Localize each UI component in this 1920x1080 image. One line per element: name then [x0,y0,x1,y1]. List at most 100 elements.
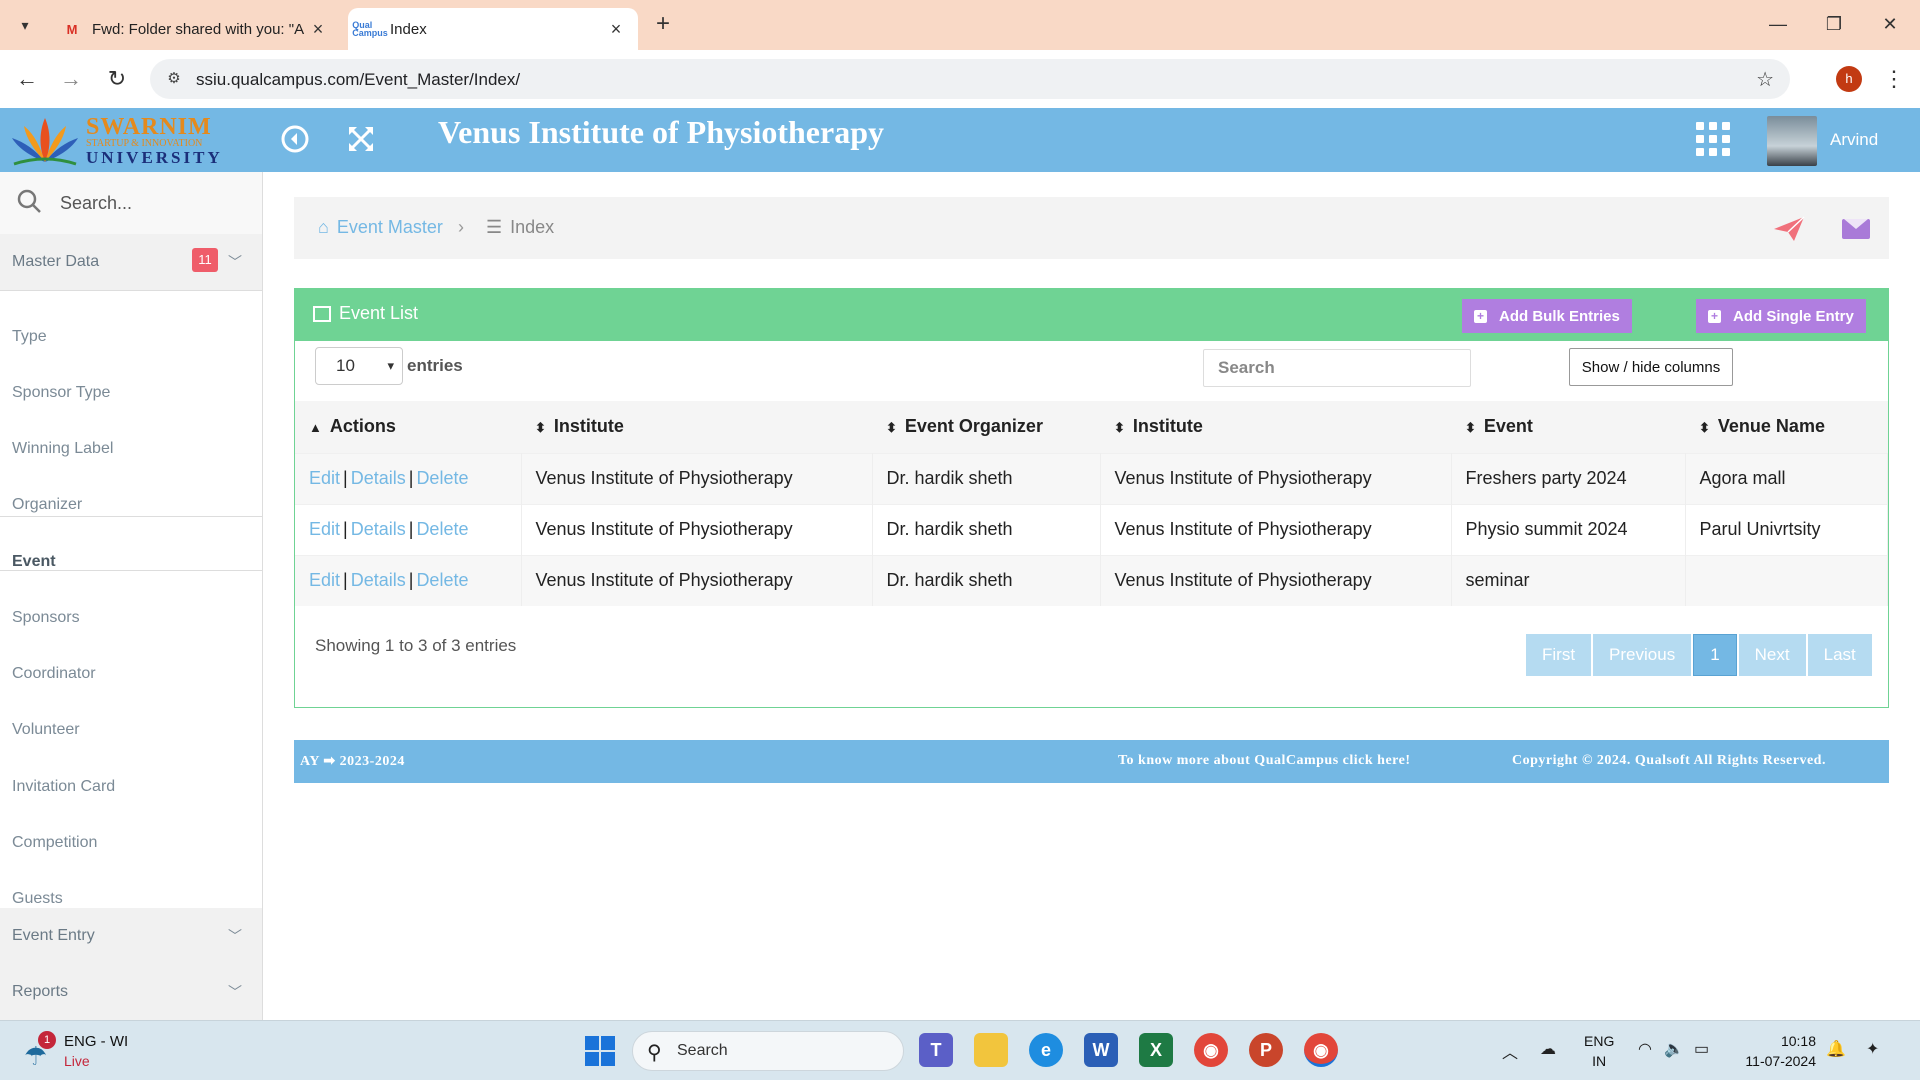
close-window-icon[interactable]: ✕ [1870,10,1910,40]
logo-line3: UNIVERSITY [86,147,223,167]
tab-search-chevron-icon[interactable]: ▾ [10,10,40,40]
university-logo[interactable]: SWARNIM STARTUP & INNOVATION UNIVERSITY [0,108,230,172]
close-tab-icon[interactable]: × [308,19,328,40]
user-name[interactable]: Arvind [1830,130,1878,150]
forward-arrow-icon[interactable]: → [56,64,86,94]
back-circle-icon[interactable] [278,124,312,158]
back-arrow-icon[interactable]: ← [12,64,42,94]
details-link[interactable]: Details [351,570,406,590]
details-link[interactable]: Details [351,468,406,488]
sidebar-item-reports[interactable]: Reports ﹀ [0,964,262,1020]
breadcrumb-event-master[interactable]: ⌂ Event Master [318,217,443,238]
apps-grid-icon[interactable] [1696,122,1730,156]
volume-icon[interactable]: 🔈 [1664,1039,1684,1059]
browser-tab-index[interactable]: Qual Campus Index × [348,8,638,50]
add-bulk-entries-button[interactable]: + Add Bulk Entries [1462,299,1632,333]
weather-text[interactable]: ENG - WI [64,1033,128,1050]
chrome-app-icon[interactable]: ◉ [1194,1033,1228,1067]
column-header-label: Event [1483,416,1533,437]
sidebar-item-event-entry[interactable]: Event Entry ﹀ [0,908,262,964]
copilot-icon[interactable]: ✦ [1866,1039,1879,1059]
site-settings-icon[interactable]: ⚙ [164,69,184,89]
edit-link[interactable]: Edit [309,570,340,590]
powerpoint-app-icon[interactable]: P [1249,1033,1283,1067]
show-hidden-icons-chevron-icon[interactable]: ︿ [1502,1039,1518,1063]
file-explorer-icon[interactable] [974,1033,1008,1067]
language-line2: IN [1592,1053,1607,1069]
last-page-button[interactable]: Last [1807,634,1872,676]
column-header-institute-2[interactable]: ⬍ Institute [1100,401,1451,453]
page-size-select[interactable]: 10 ▾ [315,347,403,385]
mail-envelope-icon[interactable] [1842,219,1870,239]
system-clock[interactable]: 10:18 11-07-2024 [1738,1031,1816,1071]
edit-link[interactable]: Edit [309,519,340,539]
sidebar-item-invitation-card[interactable]: Invitation Card [0,759,262,815]
fullscreen-icon[interactable] [344,124,378,158]
sidebar-item-coordinator[interactable]: Coordinator [0,646,262,702]
notifications-bell-icon[interactable]: 🔔 [1826,1039,1846,1059]
sidebar-item-sponsors[interactable]: Sponsors [0,590,262,646]
column-header-event[interactable]: ⬍ Event [1451,401,1685,453]
wifi-icon[interactable]: ◠ [1638,1039,1652,1059]
teams-app-icon[interactable]: T [919,1033,953,1067]
send-paper-plane-icon[interactable] [1772,215,1806,243]
sidebar-item-label: Volunteer [12,721,80,738]
column-header-institute[interactable]: ⬍ Institute [521,401,872,453]
column-header-actions[interactable]: ▲ Actions [295,401,521,453]
next-page-button[interactable]: Next [1738,634,1806,676]
windows-start-icon[interactable] [585,1036,615,1066]
excel-app-icon[interactable]: X [1139,1033,1173,1067]
address-url[interactable]: ssiu.qualcampus.com/Event_Master/Index/ [196,70,520,90]
restore-icon[interactable]: ❐ [1814,10,1854,40]
address-bar[interactable]: ⚙ ssiu.qualcampus.com/Event_Master/Index… [150,59,1790,99]
previous-page-button[interactable]: Previous [1593,634,1692,676]
qualcampus-info-link[interactable]: To know more about QualCampus click here… [1118,753,1411,769]
back-circle-svg [281,125,309,153]
user-avatar[interactable] [1767,116,1817,166]
sidebar-item-organizer[interactable]: Organizer [0,477,262,533]
current-page-button[interactable]: 1 [1693,634,1737,676]
show-hide-columns-button[interactable]: Show / hide columns [1569,348,1733,386]
battery-icon[interactable]: ▭ [1694,1039,1709,1059]
reload-icon[interactable]: ↻ [102,64,132,94]
delete-link[interactable]: Delete [416,519,468,539]
sidebar-item-competition[interactable]: Competition [0,815,262,871]
profile-avatar[interactable]: h [1836,66,1862,92]
cell-venue: Agora mall [1685,452,1888,504]
column-header-label: Venue Name [1717,416,1825,437]
table-search-input[interactable] [1203,349,1471,387]
minimize-icon[interactable]: — [1758,10,1798,40]
word-app-icon[interactable]: W [1084,1033,1118,1067]
weather-widget[interactable]: ☂ 1 [22,1031,58,1071]
first-page-button[interactable]: First [1526,634,1592,676]
chrome-profile-app-icon[interactable]: ◉ [1304,1033,1338,1067]
sidebar-item-winning-label[interactable]: Winning Label [0,421,262,477]
edit-link[interactable]: Edit [309,468,340,488]
action-separator: | [343,570,348,591]
taskbar-search[interactable]: ⚲ Search [632,1031,904,1071]
column-header-venue-name[interactable]: ⬍ Venue Name [1685,401,1888,453]
sidebar-item-master-data[interactable]: Master Data 11 ﹀ [0,234,262,290]
bookmark-star-icon[interactable]: ☆ [1756,67,1774,92]
qualcampus-icon: Qual Campus [352,20,388,38]
delete-link[interactable]: Delete [416,468,468,488]
sidebar-item-event[interactable]: Event [0,534,262,590]
weather-live-text[interactable]: Live [64,1053,90,1069]
browser-tab-gmail[interactable]: M Fwd: Folder shared with you: "A × [50,8,340,50]
sidebar-item-type[interactable]: Type [0,309,262,365]
browser-menu-icon[interactable]: ⋮ [1882,64,1906,94]
details-link[interactable]: Details [351,519,406,539]
delete-link[interactable]: Delete [416,570,468,590]
close-tab-icon[interactable]: × [606,19,626,40]
new-tab-plus-icon[interactable]: + [650,12,676,38]
add-single-entry-button[interactable]: + Add Single Entry [1696,299,1866,333]
sidebar-search-input[interactable] [60,190,250,216]
sidebar-item-sponsor-type[interactable]: Sponsor Type [0,365,262,421]
sort-icon: ⬍ [535,420,546,436]
copyright-text: Copyright © 2024. Qualsoft All Rights Re… [1512,753,1826,768]
sidebar-item-volunteer[interactable]: Volunteer [0,702,262,758]
language-indicator[interactable]: ENG IN [1584,1031,1614,1071]
onedrive-cloud-icon[interactable]: ☁ [1540,1039,1556,1059]
column-header-event-organizer[interactable]: ⬍ Event Organizer [872,401,1100,453]
edge-browser-icon[interactable]: e [1029,1033,1063,1067]
